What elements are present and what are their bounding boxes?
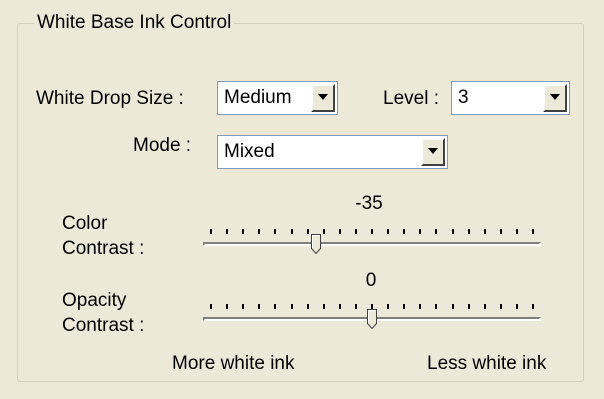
color-contrast-ticks — [210, 229, 534, 234]
slider-tick — [403, 304, 406, 309]
slider-tick — [306, 229, 309, 234]
slider-tick — [515, 229, 518, 234]
opacity-contrast-label-line1: Opacity — [62, 290, 127, 311]
slider-tick — [210, 304, 212, 309]
slider-tick — [322, 229, 325, 234]
slider-tick — [290, 304, 293, 309]
slider-tick — [387, 229, 390, 234]
slider-tick — [354, 229, 357, 234]
color-contrast-slider[interactable] — [203, 229, 541, 259]
slider-tick — [435, 304, 438, 309]
slider-tick — [306, 304, 309, 309]
white-drop-size-combobox[interactable]: Medium — [217, 81, 338, 115]
slider-tick — [338, 304, 341, 309]
slider-tick — [226, 229, 229, 234]
slider-tick — [483, 304, 486, 309]
slider-tick — [322, 304, 325, 309]
slider-tick — [532, 304, 534, 309]
slider-tick — [274, 229, 277, 234]
slider-tick — [274, 304, 277, 309]
slider-tick — [467, 304, 470, 309]
slider-tick — [290, 229, 293, 234]
opacity-contrast-label-line2: Contrast : — [62, 315, 145, 336]
groupbox-title: White Base Ink Control — [34, 8, 235, 38]
slider-tick — [371, 229, 373, 234]
level-combobox[interactable]: 3 — [451, 81, 570, 115]
opacity-contrast-slider[interactable] — [203, 304, 541, 334]
mode-value: Mixed — [224, 141, 275, 162]
white-drop-size-value: Medium — [224, 87, 292, 108]
white-drop-size-dropdown-arrow-icon[interactable] — [311, 84, 335, 112]
slider-tick — [419, 229, 422, 234]
slider-tick — [419, 304, 422, 309]
slider-tick — [467, 229, 470, 234]
less-white-ink-label: Less white ink — [427, 353, 547, 374]
slider-tick — [532, 229, 534, 234]
slider-tick — [403, 229, 406, 234]
color-contrast-thumb[interactable] — [310, 234, 321, 254]
color-contrast-label-line1: Color — [62, 213, 108, 234]
mode-dropdown-arrow-icon[interactable] — [421, 138, 445, 166]
level-value: 3 — [458, 87, 469, 108]
slider-tick — [451, 229, 454, 234]
slider-tick — [242, 229, 245, 234]
slider-tick — [258, 229, 261, 234]
slider-tick — [387, 304, 390, 309]
color-contrast-track — [203, 242, 541, 246]
slider-tick — [338, 229, 341, 234]
slider-tick — [258, 304, 261, 309]
opacity-contrast-value-text: 0 — [365, 270, 377, 291]
slider-tick — [483, 229, 486, 234]
mode-combobox[interactable]: Mixed — [217, 135, 448, 169]
mode-label: Mode : — [133, 135, 192, 156]
level-label: Level : — [383, 88, 439, 109]
slider-tick — [515, 304, 518, 309]
slider-tick — [242, 304, 245, 309]
slider-tick — [451, 304, 454, 309]
slider-tick — [435, 229, 438, 234]
color-contrast-label-line2: Contrast : — [62, 238, 145, 259]
slider-tick — [210, 229, 212, 234]
more-white-ink-label: More white ink — [172, 353, 295, 374]
slider-tick — [226, 304, 229, 309]
slider-tick — [354, 304, 357, 309]
level-dropdown-arrow-icon[interactable] — [543, 84, 567, 112]
slider-tick — [499, 229, 502, 234]
color-contrast-value-text: -35 — [355, 193, 383, 214]
white-drop-size-label: White Drop Size : — [36, 88, 184, 109]
opacity-contrast-thumb[interactable] — [367, 309, 377, 329]
slider-tick — [499, 304, 502, 309]
